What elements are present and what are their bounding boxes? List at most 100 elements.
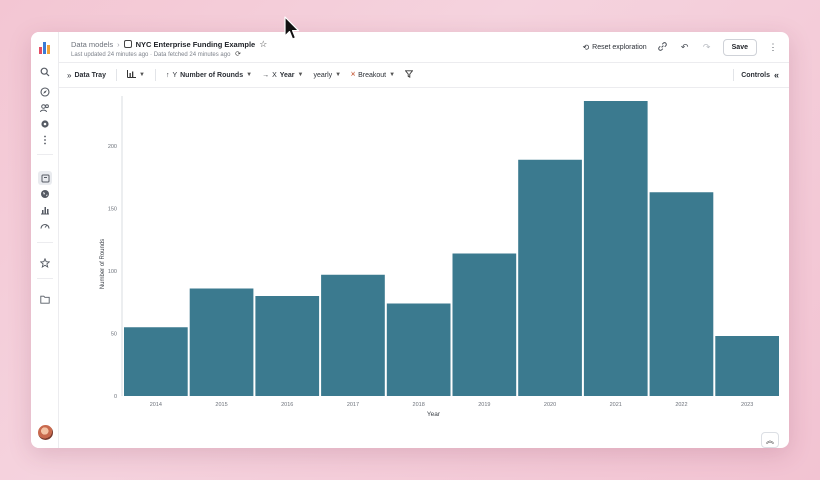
- breakout-label: Breakout: [358, 71, 387, 79]
- redo-icon[interactable]: ↷: [701, 42, 713, 53]
- chevron-down-icon: ▼: [297, 72, 304, 78]
- x-tick-label: 2019: [478, 402, 490, 408]
- globe-icon[interactable]: [38, 187, 52, 201]
- breakout-icon: ⩙: [351, 71, 356, 78]
- granularity-select[interactable]: yearly ▼: [313, 72, 341, 79]
- y-axis-field[interactable]: ↑ Y Number of Rounds ▼: [166, 72, 252, 79]
- x-tick-label: 2020: [544, 402, 556, 408]
- bar-2016: [255, 296, 320, 396]
- bar-2020: [518, 159, 582, 396]
- header-actions: ⟲ Reset exploration ↶ ↷ Save ⋮: [582, 38, 779, 56]
- mouse-cursor-icon: [284, 16, 302, 47]
- chart-icon[interactable]: [38, 203, 52, 217]
- users-icon[interactable]: [38, 101, 52, 115]
- toolbar-divider: [115, 69, 117, 81]
- chevrons-right-icon: »: [67, 70, 72, 80]
- chevrons-left-icon: «: [773, 70, 779, 80]
- nav-divider: [37, 242, 53, 243]
- more-icon[interactable]: [38, 133, 52, 147]
- model-icon: [123, 40, 132, 48]
- star-icon[interactable]: [38, 256, 52, 270]
- refresh-icon[interactable]: ⟳: [235, 51, 241, 58]
- undo-icon[interactable]: ↶: [679, 42, 691, 53]
- y-tick-label: 100: [108, 269, 117, 275]
- y-axis-label: Y: [172, 71, 178, 79]
- x-tick-label: 2014: [150, 402, 162, 408]
- toolbar-divider: [154, 69, 156, 81]
- arrow-right-icon: →: [262, 71, 270, 79]
- favorite-star-icon[interactable]: ☆: [259, 39, 267, 49]
- x-tick-label: 2023: [741, 402, 753, 408]
- controls-label: Controls: [741, 71, 770, 79]
- chevron-down-icon: ▼: [389, 72, 396, 78]
- filter-icon: [404, 70, 414, 80]
- y-axis-field-name: Number of Rounds: [180, 71, 244, 79]
- x-axis-label: X: [272, 71, 277, 79]
- last-updated-text: Last updated 24 minutes ago · Data fetch…: [71, 50, 241, 58]
- nav-divider: [37, 278, 53, 279]
- last-updated-value: Last updated 24 minutes ago · Data fetch…: [71, 52, 231, 58]
- x-axis-field-name: Year: [279, 71, 295, 79]
- y-axis-title: Number of Rounds: [100, 239, 106, 289]
- toolbar-divider: [733, 69, 734, 81]
- chevrons-up-icon: ︽: [766, 435, 774, 445]
- x-tick-label: 2021: [610, 402, 622, 408]
- folder-icon[interactable]: [38, 292, 52, 306]
- page-header: Data models › NYC Enterprise Funding Examp…: [59, 32, 789, 63]
- reset-icon: ⟲: [582, 42, 590, 52]
- chart-type-icon: [126, 70, 136, 80]
- breadcrumb-separator: ›: [117, 40, 120, 49]
- book-icon[interactable]: [38, 171, 52, 185]
- breadcrumb-parent[interactable]: Data models: [71, 40, 113, 49]
- breakout-selector[interactable]: ⩙ Breakout ▼: [351, 71, 395, 79]
- gauge-icon[interactable]: [38, 219, 52, 233]
- x-tick-label: 2022: [675, 402, 687, 408]
- x-tick-label: 2015: [215, 402, 227, 408]
- bar-2023: [715, 336, 779, 396]
- x-axis-title: Year: [427, 411, 441, 418]
- app-window: Data models › NYC Enterprise Funding Examp…: [31, 32, 789, 448]
- granularity-value: yearly: [313, 71, 333, 79]
- nav-divider: [37, 154, 53, 155]
- bar-chart: 0 50 100 150 200 2014 2015 2016 2017 2018 2019 2020…: [59, 88, 789, 448]
- search-icon[interactable]: [38, 65, 52, 79]
- save-button[interactable]: Save: [722, 38, 757, 56]
- chart-type-selector[interactable]: ▼: [126, 70, 145, 80]
- filter-button[interactable]: [404, 70, 414, 80]
- x-tick-label: 2016: [281, 402, 293, 408]
- x-axis-field[interactable]: → X Year ▼: [262, 72, 303, 79]
- y-tick-label: 150: [108, 207, 117, 213]
- bar-2015: [189, 288, 254, 396]
- bar-2022: [649, 192, 714, 396]
- reset-exploration-button[interactable]: ⟲ Reset exploration: [582, 43, 646, 52]
- settings-icon[interactable]: [38, 117, 52, 131]
- scroll-top-button[interactable]: ︽: [761, 432, 779, 448]
- bar-2021: [583, 101, 648, 396]
- left-navigation: [31, 32, 59, 448]
- arrow-up-icon: ↑: [165, 71, 170, 79]
- data-tray-toggle[interactable]: » Data Tray: [67, 71, 106, 80]
- controls-toggle[interactable]: Controls «: [741, 70, 779, 80]
- chevron-down-icon: ▼: [335, 72, 342, 78]
- y-tick-label: 0: [114, 394, 117, 400]
- x-tick-label: 2018: [413, 402, 425, 408]
- reset-exploration-label: Reset exploration: [592, 43, 647, 51]
- link-icon[interactable]: [657, 41, 669, 53]
- page-title[interactable]: NYC Enterprise Funding Example: [136, 40, 256, 49]
- bar-2014: [124, 327, 188, 396]
- breadcrumb: Data models › NYC Enterprise Funding Examp…: [71, 39, 267, 50]
- bar-2019: [452, 253, 517, 396]
- bar-2017: [321, 274, 385, 396]
- chart-svg: 0 50 100 150 200 2014 2015 2016 2017 2018 2019 2020…: [100, 96, 779, 418]
- compass-icon[interactable]: [38, 85, 52, 99]
- exploration-toolbar: » Data Tray ▼ ↑ Y Number of Rounds ▼ → X…: [59, 63, 789, 88]
- data-tray-label: Data Tray: [74, 71, 106, 79]
- chevron-down-icon: ▼: [138, 72, 145, 78]
- bar-2018: [386, 303, 451, 396]
- app-logo[interactable]: [39, 41, 52, 54]
- user-avatar[interactable]: [38, 425, 53, 440]
- x-tick-label: 2017: [347, 402, 359, 408]
- y-tick-label: 50: [111, 332, 117, 338]
- chevron-down-icon: ▼: [246, 72, 253, 78]
- kebab-menu-icon[interactable]: ⋮: [767, 42, 779, 53]
